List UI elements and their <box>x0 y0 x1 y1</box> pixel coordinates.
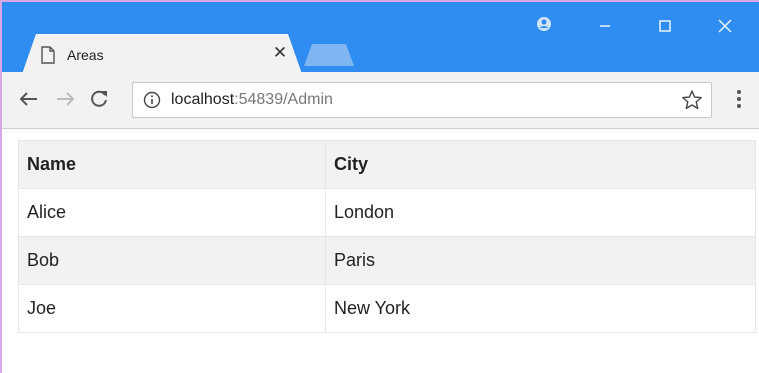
browser-tab-areas[interactable]: Areas ✕ <box>22 34 302 74</box>
data-table: Name City Alice London Bob Paris Joe New… <box>18 140 756 333</box>
table-row: Joe New York <box>18 284 756 333</box>
browser-toolbar: localhost:54839/Admin <box>2 72 759 129</box>
info-icon[interactable] <box>143 91 161 109</box>
window-close-button[interactable] <box>695 2 755 50</box>
cell-name: Bob <box>18 236 326 285</box>
cell-city: New York <box>325 284 756 333</box>
star-icon[interactable] <box>681 89 703 111</box>
address-bar[interactable]: localhost:54839/Admin <box>132 82 712 118</box>
more-vert-icon <box>737 90 741 108</box>
url-text[interactable]: localhost:54839/Admin <box>171 91 333 109</box>
minimize-icon <box>600 25 610 27</box>
reload-button[interactable] <box>86 86 112 112</box>
forward-button[interactable] <box>52 86 78 112</box>
cell-city: Paris <box>325 236 756 285</box>
minimize-button[interactable] <box>575 2 635 50</box>
tab-close-icon[interactable]: ✕ <box>269 42 291 64</box>
table-row: Bob Paris <box>18 236 756 285</box>
browser-menu-button[interactable] <box>728 86 750 112</box>
page-icon <box>41 46 55 64</box>
table-row: Alice London <box>18 188 756 237</box>
url-host: localhost <box>171 91 235 108</box>
column-header-city: City <box>325 140 756 189</box>
cell-city: London <box>325 188 756 237</box>
browser-titlebar: Areas ✕ <box>2 2 759 72</box>
reload-icon <box>91 90 107 107</box>
arrow-left-icon <box>19 92 37 106</box>
maximize-icon <box>659 20 671 32</box>
arrow-right-icon <box>57 92 75 106</box>
table-header-row: Name City <box>18 140 756 189</box>
new-tab-button[interactable] <box>304 44 354 66</box>
window-close-icon <box>718 19 732 33</box>
url-path: :54839/Admin <box>234 91 333 108</box>
profile-icon <box>537 17 551 31</box>
page-content: Name City Alice London Bob Paris Joe New… <box>18 140 756 333</box>
maximize-button[interactable] <box>635 2 695 50</box>
column-header-name: Name <box>18 140 326 189</box>
tab-title: Areas <box>67 47 104 63</box>
back-button[interactable] <box>16 86 42 112</box>
profile-button[interactable] <box>514 2 574 50</box>
cell-name: Alice <box>18 188 326 237</box>
cell-name: Joe <box>18 284 326 333</box>
